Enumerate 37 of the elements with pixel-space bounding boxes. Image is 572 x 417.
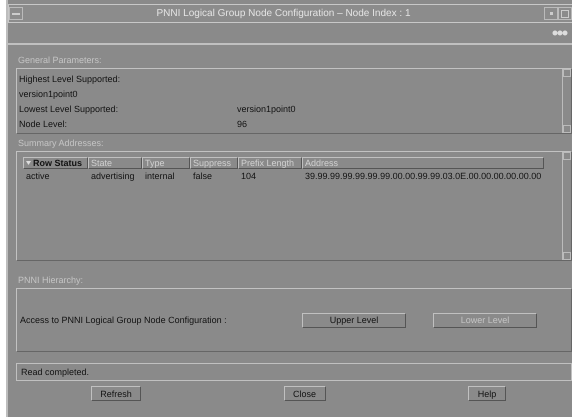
table-cell-text: advertising: [90, 171, 136, 181]
scrollbar[interactable]: [562, 69, 571, 133]
status-bar: Read completed.: [16, 363, 572, 381]
section-label: PNNI Hierarchy:: [18, 275, 84, 285]
parameter-value: 96: [237, 118, 248, 128]
column-header[interactable]: Address: [302, 157, 544, 169]
parameter-label: Lowest Level Supported:: [19, 104, 120, 114]
maximize-icon: [561, 10, 569, 18]
parameter-label: Highest Level Supported:: [19, 74, 122, 84]
dialog-button[interactable]: Close: [284, 386, 326, 401]
window-menu-button[interactable]: [9, 7, 23, 20]
table-cell-text: 39.99.99.99.99.99.99.00.00.99.99.03.0E.00.00.00.00.00.00: [304, 171, 542, 181]
scrollbar[interactable]: [562, 152, 571, 260]
level-button[interactable]: Upper Level: [302, 312, 406, 328]
table-cell-text: internal: [144, 171, 176, 181]
table-cell-text: 104: [240, 171, 258, 181]
column-header[interactable]: Suppress: [190, 157, 238, 169]
parameter-label: Node Level:: [19, 118, 68, 128]
dialog-button[interactable]: Refresh: [91, 386, 141, 401]
sort-icon: [26, 161, 31, 165]
column-header[interactable]: Type: [142, 157, 190, 169]
minimize-icon: [550, 12, 552, 15]
minimize-button[interactable]: [544, 7, 558, 20]
maximize-button[interactable]: [558, 7, 572, 20]
parameter-label: version1point0: [19, 88, 79, 98]
column-header[interactable]: Prefix Length: [238, 157, 302, 169]
table-cell-text: active: [25, 171, 51, 181]
column-header[interactable]: State: [88, 157, 142, 169]
logo-icon: [552, 29, 568, 37]
section-label: General Parameters:: [18, 55, 102, 65]
dialog-button[interactable]: Help: [468, 386, 506, 401]
window-title: PNNI Logical Group Node Configuration – Node Index : 1: [155, 8, 412, 19]
parameter-value: version1point0: [237, 104, 297, 114]
section-label: Summary Addresses:: [18, 138, 104, 148]
access-label: Access to PNNI Logical Group Node Configuration :: [20, 315, 228, 325]
table-cell-text: false: [192, 171, 214, 181]
column-header[interactable]: Row Status: [23, 157, 88, 169]
